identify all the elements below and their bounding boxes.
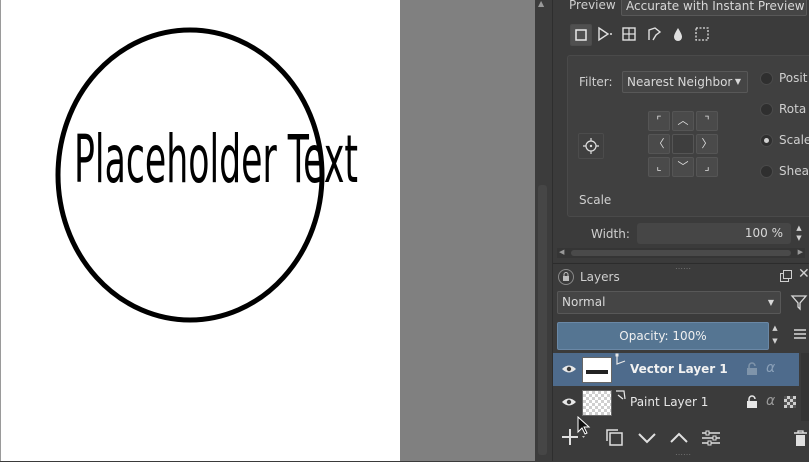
scale-section-label: Scale: [579, 193, 612, 207]
cage-transform-button[interactable]: [644, 24, 664, 44]
layers-title: Layers: [580, 270, 620, 284]
filter-select[interactable]: Nearest Neighbor ▼: [622, 71, 748, 93]
layer-row[interactable]: Vector Layer 1 α: [553, 353, 799, 386]
align-top-right-button[interactable]: ⌝: [696, 111, 718, 131]
liquify-transform-button[interactable]: [668, 24, 688, 44]
position-radio[interactable]: [760, 72, 773, 85]
layer-name[interactable]: Paint Layer 1: [630, 395, 708, 409]
blend-mode-select[interactable]: Normal ▼: [557, 291, 781, 314]
position-radio-label: Posit: [779, 71, 808, 85]
placeholder-text-shape: Placeholder Text: [74, 121, 358, 198]
canvas-artwork[interactable]: Placeholder Text: [0, 0, 400, 461]
width-label: Width:: [591, 227, 630, 241]
rotate-radio[interactable]: [760, 103, 773, 116]
warp-transform-button[interactable]: [619, 24, 639, 44]
scroll-right-icon[interactable]: ▶: [798, 248, 803, 256]
layer-menu-icon[interactable]: [793, 327, 807, 341]
options-horizontal-scrollbar[interactable]: ◀ ▶: [557, 248, 805, 258]
filter-value: Nearest Neighbor: [627, 75, 733, 89]
align-right-button[interactable]: 〉: [696, 134, 718, 154]
filter-label: Filter:: [579, 75, 613, 89]
mesh-transform-button[interactable]: [692, 24, 712, 44]
align-bottom-button[interactable]: ﹀: [672, 157, 694, 177]
scale-radio[interactable]: [760, 134, 773, 147]
crosshair-icon: [583, 138, 599, 154]
align-top-left-button[interactable]: ⌜: [648, 111, 670, 131]
align-bottom-left-button[interactable]: ⌞: [648, 157, 670, 177]
free-transform-icon: [575, 29, 587, 41]
align-left-button[interactable]: 〈: [648, 134, 670, 154]
lock-layer-icon[interactable]: [746, 395, 758, 409]
layer-row[interactable]: Paint Layer 1 α: [553, 386, 799, 419]
delete-layer-button[interactable]: [792, 428, 809, 448]
shear-radio-label: Shea: [779, 164, 809, 178]
scrollbar-thumb[interactable]: [538, 185, 547, 455]
layers-scrollbar[interactable]: [801, 353, 809, 421]
lock-docker-icon[interactable]: [558, 269, 574, 285]
dock-scrollbar[interactable]: ▲: [535, 0, 553, 461]
move-layer-down-button[interactable]: [637, 429, 657, 447]
blend-mode-value: Normal: [562, 295, 606, 309]
anchor-point-button[interactable]: [578, 133, 604, 159]
chevron-up-icon: [670, 432, 688, 443]
layers-docker: ⋯⋯ Layers ✕ Normal ▼ Opacity: 100% ▲ ▼ Ve…: [553, 263, 809, 462]
layer-thumbnail: [582, 357, 612, 383]
layer-name[interactable]: Vector Layer 1: [630, 362, 728, 376]
width-value: 100 %: [744, 226, 783, 240]
align-top-button[interactable]: ︿: [672, 111, 694, 131]
layer-properties-button[interactable]: [701, 428, 721, 448]
opacity-stepper[interactable]: ▲ ▼: [769, 322, 781, 348]
shear-radio[interactable]: [760, 165, 773, 178]
width-stepper[interactable]: ▲ ▼: [793, 223, 805, 244]
chevron-down-icon: ▼: [734, 77, 741, 86]
visibility-eye-icon[interactable]: [561, 396, 577, 411]
chevron-down-icon: [638, 433, 656, 444]
trash-icon: [794, 430, 807, 446]
perspective-transform-button[interactable]: [594, 24, 614, 44]
preview-label: Preview: [569, 0, 616, 12]
free-transform-button[interactable]: [570, 24, 592, 46]
scale-radio-label: Scale: [779, 133, 809, 147]
plus-icon: [562, 429, 585, 445]
canvas-outside-area: [400, 0, 535, 461]
close-docker-icon[interactable]: ✕: [798, 266, 809, 282]
width-spinbox[interactable]: 100 %: [637, 223, 791, 244]
duplicate-icon: [606, 429, 623, 446]
align-bottom-right-button[interactable]: ⌟: [696, 157, 718, 177]
perspective-icon: [598, 26, 612, 42]
rotate-radio-label: Rota: [779, 102, 807, 116]
lock-layer-icon[interactable]: [746, 362, 758, 376]
alpha-lock-icon[interactable]: α: [766, 360, 775, 376]
add-layer-button[interactable]: [561, 427, 587, 447]
paint-layer-icon: [614, 388, 628, 402]
warp-icon: [622, 27, 636, 41]
float-docker-icon[interactable]: [779, 269, 793, 283]
alpha-lock-icon[interactable]: α: [766, 393, 775, 409]
mesh-icon: [695, 27, 709, 41]
scroll-left-icon[interactable]: ◀: [559, 248, 564, 256]
drawing-canvas[interactable]: Placeholder Text: [0, 0, 400, 461]
sliders-icon: [702, 430, 720, 446]
layer-thumbnail: [582, 390, 612, 416]
transform-options-group: Filter: Nearest Neighbor ▼ ⌜ ︿ ⌝ 〈 〉 ⌞ ﹀…: [567, 55, 809, 217]
scroll-up-icon[interactable]: ▲: [538, 0, 544, 8]
move-layer-up-button[interactable]: [669, 429, 689, 447]
dock-grip[interactable]: ⋯⋯: [675, 264, 691, 273]
preview-mode-select[interactable]: Accurate with Instant Preview: [621, 0, 807, 16]
cage-icon: [648, 27, 662, 41]
liquify-drop-icon: [674, 28, 682, 41]
vector-layer-icon: [614, 353, 628, 367]
filter-layers-button[interactable]: [790, 293, 808, 311]
funnel-icon: [790, 295, 808, 311]
opacity-slider[interactable]: Opacity: 100%: [557, 322, 769, 350]
tool-options-docker: Preview Accurate with Instant Preview Fi…: [553, 0, 809, 262]
hscroll-thumb[interactable]: [571, 250, 791, 256]
dock-grip[interactable]: ⋯⋯: [675, 450, 691, 459]
duplicate-layer-button[interactable]: [605, 428, 625, 448]
align-center-button[interactable]: [672, 134, 694, 154]
visibility-eye-icon[interactable]: [561, 363, 577, 378]
chevron-down-icon: ▼: [767, 298, 774, 307]
inherit-alpha-icon[interactable]: [784, 396, 796, 408]
